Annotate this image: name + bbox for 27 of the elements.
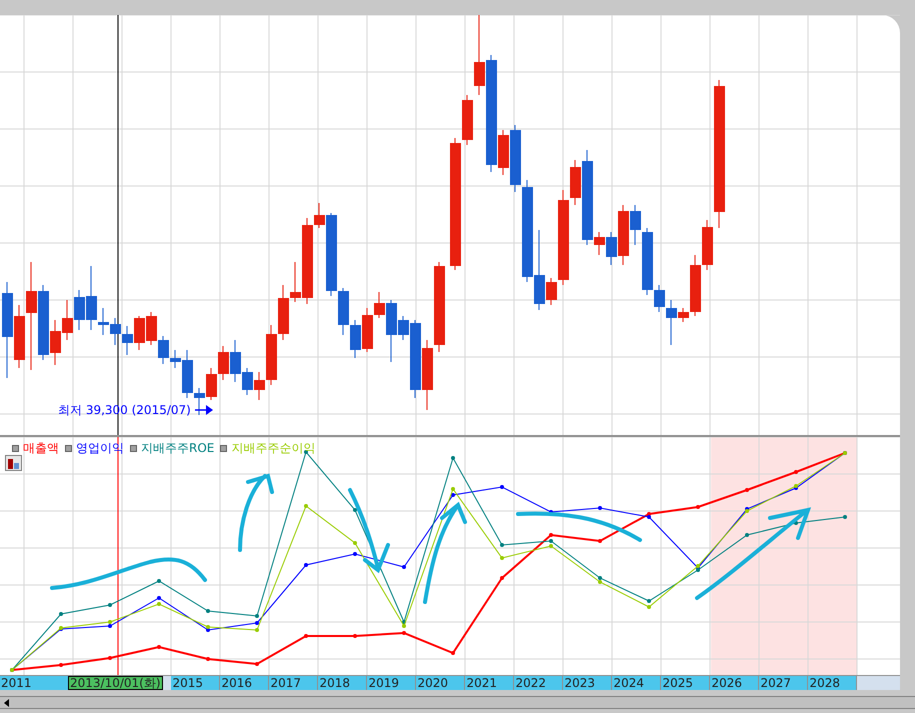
axis-label: 2016 — [220, 676, 269, 690]
legend-label: 매출액 — [23, 440, 59, 457]
horizontal-scrollbar[interactable] — [0, 696, 915, 709]
legend-marker-icon — [220, 444, 228, 452]
legend-label: 지배주주ROE — [141, 440, 214, 457]
legend-label: 지배주주순이익 — [231, 440, 316, 457]
legend-marker-icon — [12, 444, 19, 452]
axis-label: 2011 — [0, 676, 68, 690]
axis-label: 2020 — [416, 676, 465, 690]
axis-label: 2017 — [268, 676, 318, 690]
bar-chart-icon — [8, 459, 19, 469]
axis-label: 2023 — [562, 676, 612, 690]
axis-label: 2015 — [170, 676, 220, 690]
axis-label: 2018 — [318, 676, 367, 690]
axis-label: 2025 — [660, 676, 710, 690]
legend-marker-icon — [65, 444, 72, 452]
legend-marker-icon — [130, 444, 137, 452]
axis-label: 2019 — [366, 676, 416, 690]
axis-label: 2027 — [758, 676, 808, 690]
chart-type-button[interactable] — [5, 455, 22, 471]
axis-label: 2024 — [612, 676, 661, 690]
axis-label: 2022 — [514, 676, 563, 690]
right-arrow-icon — [194, 405, 213, 415]
axis-label: 2026 — [710, 676, 759, 690]
cursor-date-label: 2013/10/01(화) — [68, 676, 163, 690]
axis-label: 2028 — [808, 676, 857, 690]
axis-label: 2021 — [464, 676, 514, 690]
